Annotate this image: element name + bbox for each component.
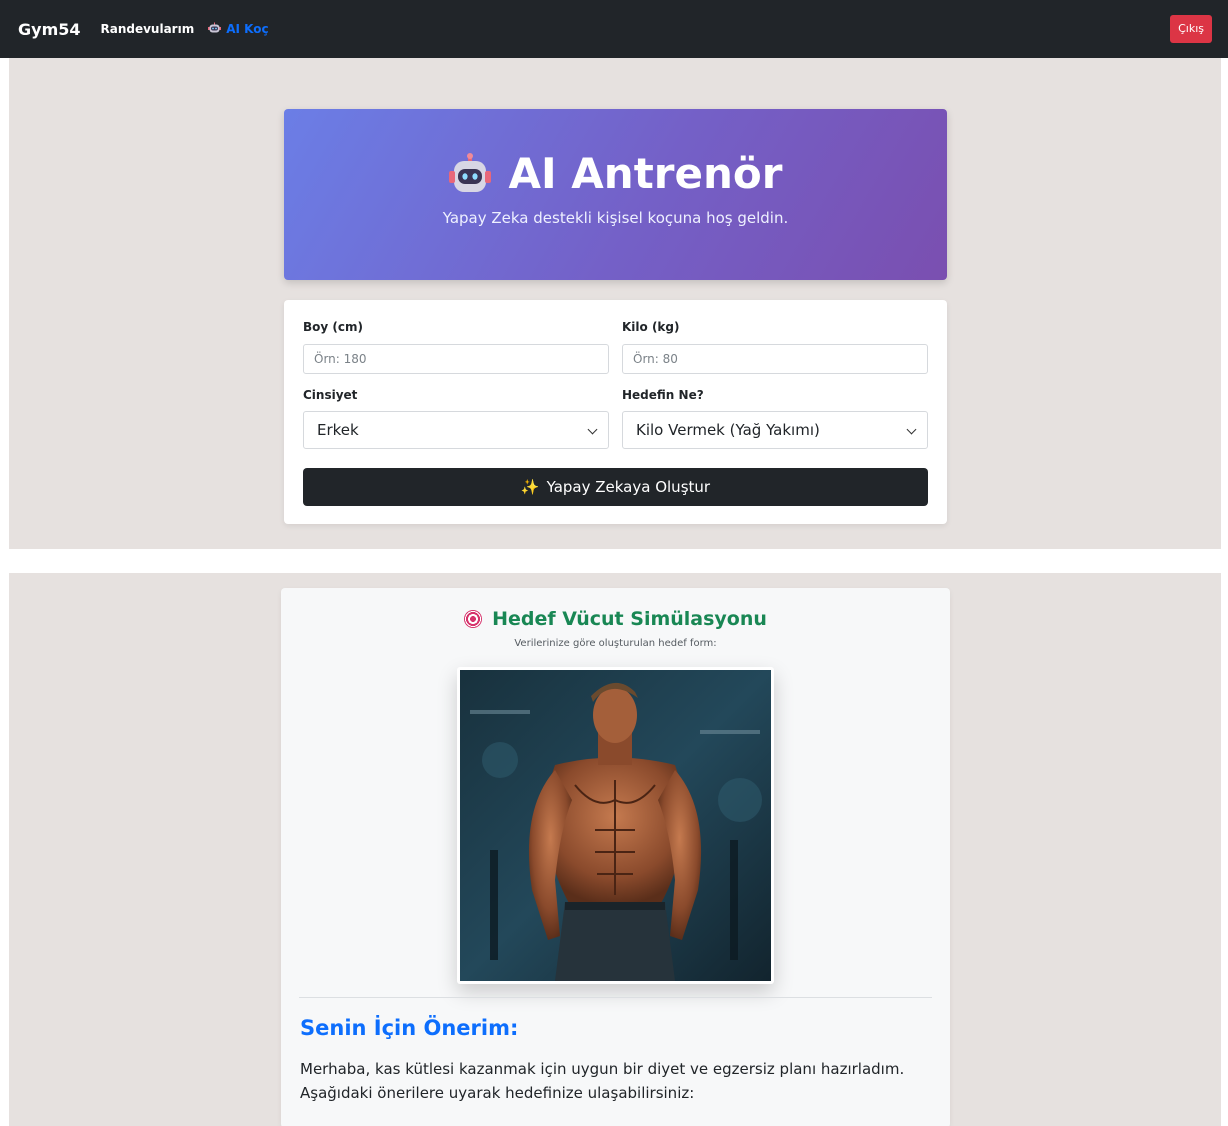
result-title-row: Hedef Vücut Simülasyonu bbox=[281, 608, 950, 630]
goal-select[interactable]: Kilo Vermek (Yağ Yakımı) bbox=[622, 411, 928, 449]
height-placeholder: Örn: 180 bbox=[314, 352, 367, 366]
nav-link-appointments[interactable]: Randevularım bbox=[101, 22, 195, 36]
result-card: Hedef Vücut Simülasyonu Verilerinize gör… bbox=[281, 588, 950, 1126]
weight-label: Kilo (kg) bbox=[622, 320, 680, 334]
height-input[interactable]: Örn: 180 bbox=[303, 344, 609, 374]
athlete-illustration bbox=[460, 670, 771, 981]
weight-input[interactable]: Örn: 80 bbox=[622, 344, 928, 374]
height-label: Boy (cm) bbox=[303, 320, 363, 334]
coach-form: Boy (cm) Örn: 180 Kilo (kg) Örn: 80 Cins… bbox=[284, 300, 947, 524]
navbar: Gym54 Randevularım AI Koç Çıkış bbox=[0, 0, 1228, 58]
logout-button[interactable]: Çıkış bbox=[1170, 15, 1212, 43]
weight-placeholder: Örn: 80 bbox=[633, 352, 678, 366]
goal-selected-value: Kilo Vermek (Yağ Yakımı) bbox=[636, 421, 820, 439]
hero-banner: AI Antrenör Yapay Zeka destekli kişisel … bbox=[284, 109, 947, 280]
gender-select[interactable]: Erkek bbox=[303, 411, 609, 449]
robot-icon bbox=[208, 22, 222, 37]
robot-icon bbox=[448, 152, 491, 195]
result-section: Hedef Vücut Simülasyonu Verilerinize gör… bbox=[9, 573, 1221, 1126]
divider bbox=[299, 997, 932, 998]
result-title: Hedef Vücut Simülasyonu bbox=[492, 608, 767, 630]
nav-link-ai-coach[interactable]: AI Koç bbox=[208, 22, 269, 37]
gender-label: Cinsiyet bbox=[303, 388, 358, 402]
generate-button-label: Yapay Zekaya Oluştur bbox=[546, 478, 711, 496]
generate-button[interactable]: ✨ Yapay Zekaya Oluştur bbox=[303, 468, 928, 506]
chevron-down-icon bbox=[906, 424, 917, 435]
nav-link-label: AI Koç bbox=[226, 22, 269, 36]
brand-logo[interactable]: Gym54 bbox=[18, 20, 81, 39]
hero-subtitle: Yapay Zeka destekli kişisel koçuna hoş g… bbox=[442, 209, 789, 227]
recommendation-title: Senin İçin Önerim: bbox=[300, 1016, 519, 1040]
target-icon bbox=[464, 610, 483, 628]
goal-label: Hedefin Ne? bbox=[622, 388, 704, 402]
sparkles-icon: ✨ bbox=[520, 478, 540, 496]
nav-link-label: Randevularım bbox=[100, 22, 195, 36]
recommendation-text: Merhaba, kas kütlesi kazanmak için uygun… bbox=[300, 1060, 905, 1102]
gender-selected-value: Erkek bbox=[317, 421, 359, 439]
hero-title: AI Antrenör bbox=[508, 149, 783, 198]
chevron-down-icon bbox=[587, 424, 598, 435]
hero-title-row: AI Antrenör bbox=[284, 149, 947, 198]
generator-section: AI Antrenör Yapay Zeka destekli kişisel … bbox=[9, 58, 1221, 549]
result-subtitle: Verilerinize göre oluşturulan hedef form… bbox=[514, 638, 717, 649]
target-body-image bbox=[457, 667, 774, 984]
